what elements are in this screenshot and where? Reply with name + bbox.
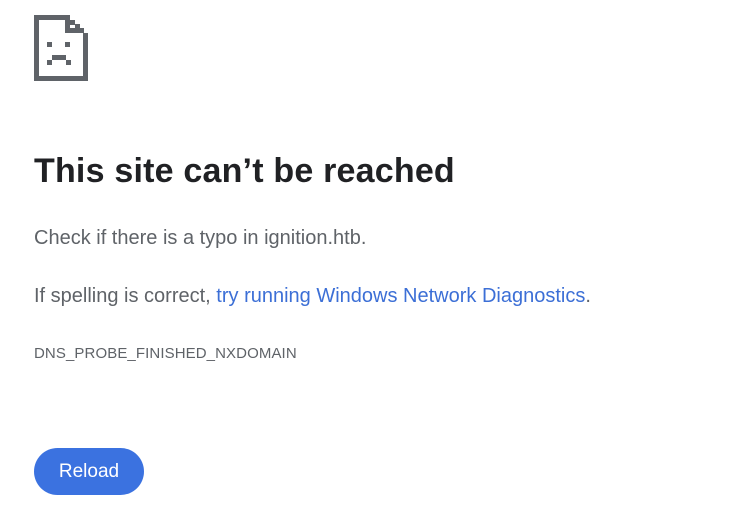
diagnostics-prefix: If spelling is correct, (34, 285, 217, 307)
sad-document-icon (34, 15, 88, 81)
network-diagnostics-link[interactable]: try running Windows Network Diagnostics (216, 285, 585, 307)
error-page: This site can’t be reached Check if ther… (0, 0, 733, 530)
diagnostics-suggestion: If spelling is correct, try running Wind… (34, 285, 591, 308)
error-code: DNS_PROBE_FINISHED_NXDOMAIN (34, 345, 297, 362)
page-title: This site can’t be reached (34, 152, 455, 190)
typo-suggestion: Check if there is a typo in ignition.htb… (34, 227, 367, 249)
reload-button[interactable]: Reload (34, 448, 144, 495)
diagnostics-suffix: . (585, 285, 591, 307)
